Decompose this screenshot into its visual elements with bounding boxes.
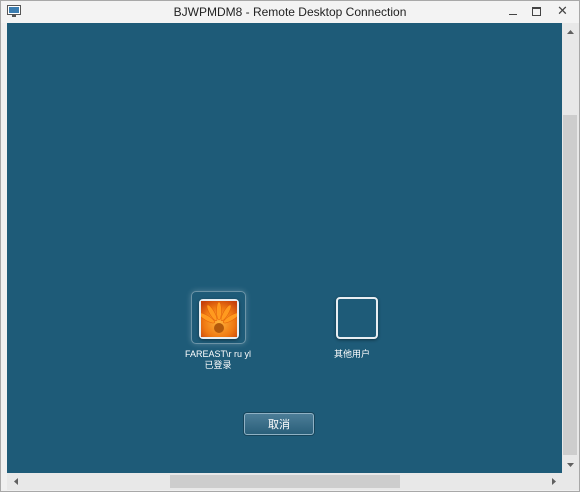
flower-avatar-icon xyxy=(201,301,237,337)
cancel-label: 取消 xyxy=(268,419,290,431)
scrollbar-corner xyxy=(562,473,579,490)
user-name: FAREAST\r ru yl xyxy=(184,349,251,359)
horizontal-scroll-thumb[interactable] xyxy=(170,475,400,488)
vertical-scroll-thumb[interactable] xyxy=(563,115,577,455)
cancel-button[interactable]: 取消 xyxy=(244,413,314,435)
user-tile-frame xyxy=(322,291,382,343)
remote-session-area[interactable]: FAREAST\r ru yl 已登录 其他用户 取消 xyxy=(7,23,562,473)
scroll-down-arrow-icon[interactable] xyxy=(562,456,579,473)
close-icon: ✕ xyxy=(557,3,568,18)
maximize-icon xyxy=(531,6,541,16)
user-tile-current[interactable]: FAREAST\r ru yl 已登录 xyxy=(175,291,261,371)
blank-avatar-icon xyxy=(336,297,378,339)
window-title: BJWPMDM8 - Remote Desktop Connection xyxy=(173,5,407,19)
avatar-frame xyxy=(199,299,239,339)
scroll-up-arrow-icon[interactable] xyxy=(562,23,579,40)
title-bar[interactable]: BJWPMDM8 - Remote Desktop Connection ✕ xyxy=(1,1,579,23)
vertical-scrollbar[interactable] xyxy=(562,23,579,473)
horizontal-scrollbar[interactable] xyxy=(7,473,562,490)
user-tile-other[interactable]: 其他用户 xyxy=(309,291,395,360)
rdp-window: BJWPMDM8 - Remote Desktop Connection ✕ F… xyxy=(0,0,580,492)
minimize-icon xyxy=(509,13,517,15)
scroll-left-arrow-icon[interactable] xyxy=(7,473,24,490)
close-button[interactable]: ✕ xyxy=(546,1,579,21)
user-status: 已登录 xyxy=(204,360,232,370)
user-tile-frame xyxy=(188,291,248,344)
other-user-label: 其他用户 xyxy=(333,349,370,359)
scroll-right-arrow-icon[interactable] xyxy=(545,473,562,490)
